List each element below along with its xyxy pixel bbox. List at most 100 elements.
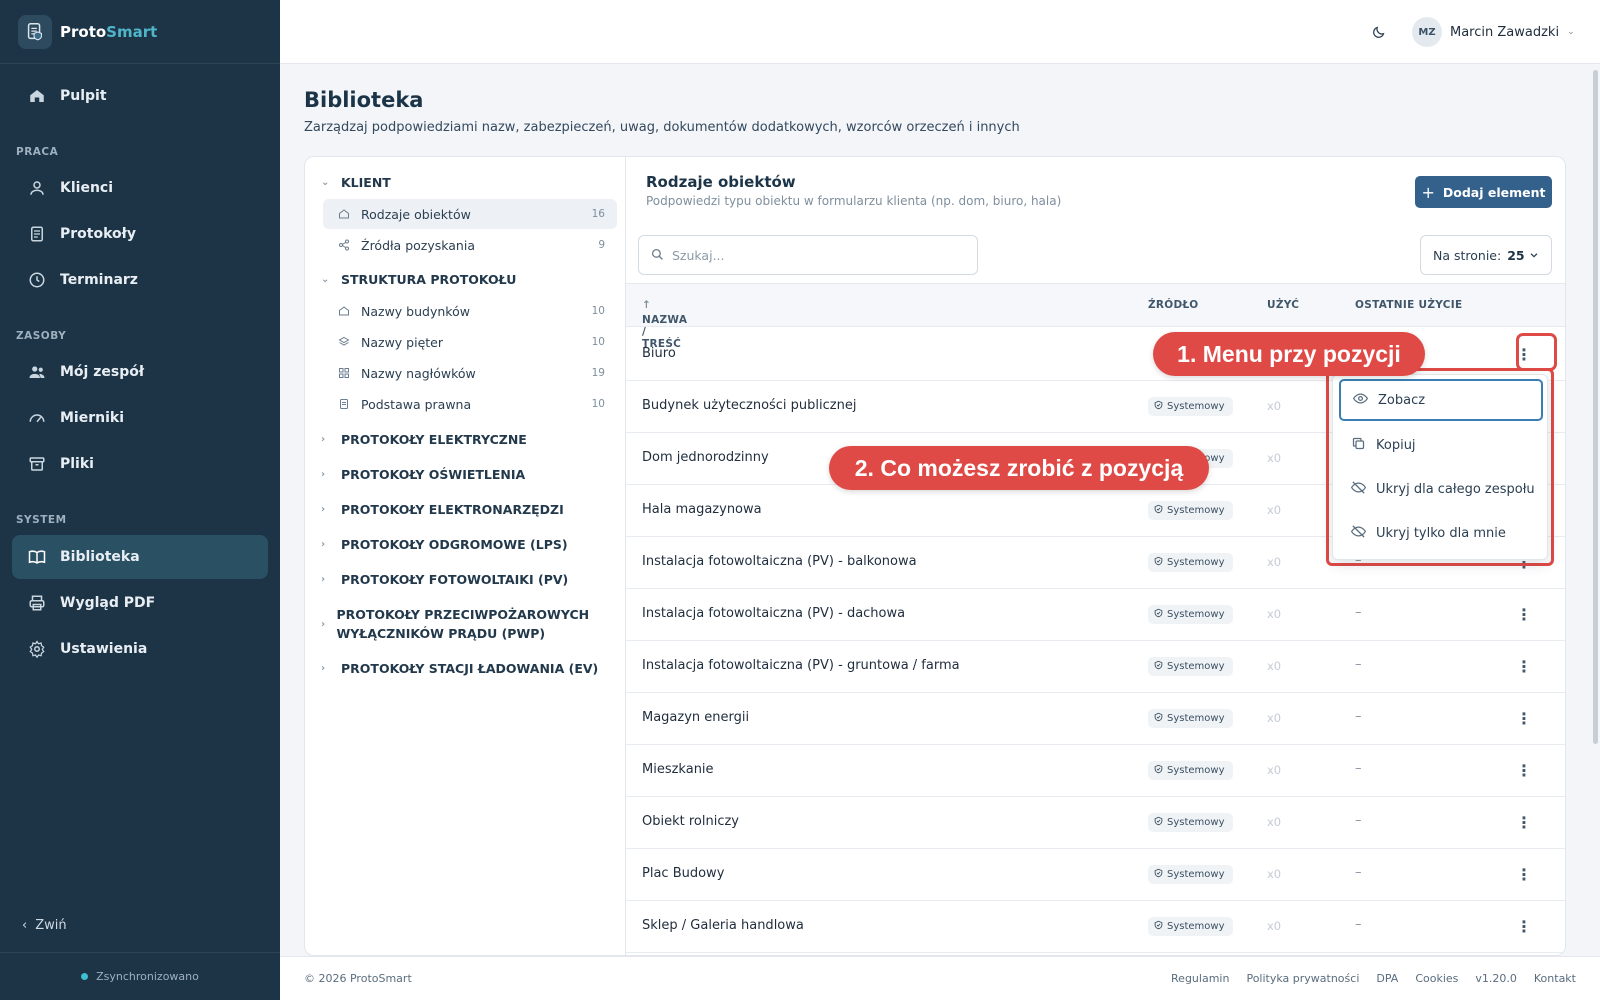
document-icon [26, 223, 48, 245]
gear-icon [26, 638, 48, 660]
chevron-right-icon: › [321, 539, 326, 550]
tree-group-label: PROTOKOŁY FOTOWOLTAIKI (PV) [341, 572, 569, 587]
source-label: Systemowy [1167, 661, 1225, 672]
plus-icon: + [1421, 182, 1435, 202]
menu-item-ukryj-mnie[interactable]: Ukryj tylko dla mnie [1339, 512, 1543, 554]
table-row[interactable]: Instalacja fotowoltaiczna (PV) - gruntow… [626, 640, 1565, 693]
chevron-down-icon [1529, 248, 1539, 263]
sidebar-item-ustawienia[interactable]: Ustawienia [12, 627, 268, 671]
tree-group-protokoly-oswietlenia[interactable]: › PROTOKOŁY OŚWIETLENIA [321, 465, 525, 484]
tree-item-podstawa-prawna[interactable]: Podstawa prawna 10 [323, 389, 617, 419]
page-scrollbar-thumb[interactable] [1593, 70, 1598, 744]
more-vertical-icon[interactable]: ⋮ [1510, 860, 1538, 888]
sidebar-item-protokoly[interactable]: Protokoły [12, 212, 268, 256]
source-label: Systemowy [1167, 401, 1225, 412]
tree-item-nazwy-pieter[interactable]: Nazwy pięter 10 [323, 327, 617, 357]
table-row[interactable]: Obiekt rolniczy Systemowy x0 – ⋮ [626, 796, 1565, 849]
tree-group-protokoly-odgromowe[interactable]: › PROTOKOŁY ODGROMOWE (LPS) [321, 535, 568, 554]
menu-item-ukryj-zespol[interactable]: Ukryj dla całego zespołu [1339, 468, 1543, 510]
more-vertical-icon[interactable]: ⋮ [1510, 756, 1538, 784]
source-label: Systemowy [1167, 557, 1225, 568]
row-name: Biuro [642, 346, 676, 361]
tree-item-rodzaje-obiektow[interactable]: Rodzaje obiektów 16 [323, 199, 617, 229]
search-icon [651, 246, 664, 265]
uses-count: x0 [1267, 659, 1282, 673]
tree-item-nazwy-budynkow[interactable]: Nazwy budynków 10 [323, 296, 617, 326]
tree-group-protokoly-elektronarzedzi[interactable]: › PROTOKOŁY ELEKTRONARZĘDZI [321, 500, 564, 519]
tree-group-protokoly-elektryczne[interactable]: › PROTOKOŁY ELEKTRYCZNE [321, 430, 527, 449]
tree-group-protokoly-ev[interactable]: › PROTOKOŁY STACJI ŁADOWANIA (EV) [321, 659, 598, 678]
tree-group-protokoly-pwp[interactable]: › PROTOKOŁY PRZECIWPOŻAROWYCH WYŁĄCZNIKÓ… [321, 605, 591, 643]
add-element-label: Dodaj element [1442, 184, 1546, 200]
sidebar-item-biblioteka[interactable]: Biblioteka [12, 535, 268, 579]
more-vertical-icon[interactable]: ⋮ [1510, 912, 1538, 940]
uses-count: x0 [1267, 711, 1282, 725]
chevron-right-icon: › [321, 504, 326, 515]
footer-link-regulamin[interactable]: Regulamin [1171, 972, 1229, 985]
menu-item-kopiuj[interactable]: Kopiuj [1339, 424, 1543, 466]
copy-icon [1351, 436, 1366, 455]
last-used: – [1355, 865, 1362, 880]
footer-link-cookies[interactable]: Cookies [1415, 972, 1458, 985]
tree-group-klient[interactable]: ⌄ KLIENT [321, 173, 391, 192]
footer-copyright: © 2026 ProtoSmart [304, 972, 412, 985]
moon-icon[interactable] [1368, 22, 1388, 42]
menu-item-label: Zobacz [1378, 392, 1426, 408]
source-badge: Systemowy [1148, 865, 1233, 884]
tree-group-struktura-protokolu[interactable]: ⌄ STRUKTURA PROTOKOŁU [321, 270, 516, 289]
more-vertical-icon[interactable]: ⋮ [1510, 600, 1538, 628]
sidebar-item-terminarz[interactable]: Terminarz [12, 258, 268, 302]
chevron-down-icon: ⌄ [321, 177, 330, 188]
callout-actions-hint: 2. Co możesz zrobić z pozycją [829, 446, 1209, 490]
table-row[interactable]: Plac Budowy Systemowy x0 – ⋮ [626, 848, 1565, 901]
row-actions-menu: Zobacz Kopiuj Ukryj dla całego zespołu U… [1332, 374, 1548, 560]
table-row[interactable]: Instalacja fotowoltaiczna (PV) - dachowa… [626, 588, 1565, 641]
shield-icon [1154, 712, 1163, 725]
source-badge: Systemowy [1148, 397, 1233, 416]
row-name: Budynek użyteczności publicznej [642, 398, 857, 413]
more-vertical-icon[interactable]: ⋮ [1510, 808, 1538, 836]
column-header-source[interactable]: ŹRÓDŁO [1148, 299, 1198, 311]
table-row[interactable]: Sklep / Galeria handlowa Systemowy x0 – ⋮ [626, 900, 1565, 953]
row-name: Plac Budowy [642, 866, 725, 881]
chevron-down-icon: ⌄ [321, 274, 330, 285]
sidebar-item-moj-zespol[interactable]: Mój zespół [12, 350, 268, 394]
search-input[interactable] [672, 247, 952, 263]
per-page-select[interactable]: Na stronie: 25 [1420, 235, 1552, 275]
tree-group-protokoly-fotowoltaiki[interactable]: › PROTOKOŁY FOTOWOLTAIKI (PV) [321, 570, 568, 589]
footer-link-kontakt[interactable]: Kontakt [1534, 972, 1576, 985]
tree-item-zrodla-pozyskania[interactable]: Źródła pozyskania 9 [323, 230, 617, 260]
tree-group-label: PROTOKOŁY STACJI ŁADOWANIA (EV) [341, 661, 599, 676]
uses-count: x0 [1267, 815, 1282, 829]
book-icon [26, 546, 48, 568]
shield-icon [1154, 660, 1163, 673]
tree-item-nazwy-naglowkow[interactable]: Nazwy nagłówków 19 [323, 358, 617, 388]
table-row[interactable]: Magazyn energii Systemowy x0 – ⋮ [626, 692, 1565, 745]
chevron-left-icon: ‹ [22, 918, 28, 933]
user-menu[interactable]: MZ Marcin Zawadzki ⌄ [1412, 17, 1575, 47]
sidebar-item-mierniki[interactable]: Mierniki [12, 396, 268, 440]
tree-item-count: 10 [591, 336, 605, 348]
uses-count: x0 [1267, 867, 1282, 881]
table-row[interactable]: Mieszkanie Systemowy x0 – ⋮ [626, 744, 1565, 797]
footer-link-polityka[interactable]: Polityka prywatności [1246, 972, 1359, 985]
column-header-name[interactable]: NAZWA / TREŚĆ ↑ [642, 299, 687, 350]
sidebar-item-wyglad-pdf[interactable]: Wygląd PDF [12, 581, 268, 625]
sidebar-item-klienci[interactable]: Klienci [12, 166, 268, 210]
document-icon [337, 397, 351, 411]
app-logo[interactable]: ProtoSmart [0, 0, 280, 64]
search-box [638, 235, 978, 275]
sidebar-collapse-button[interactable]: ‹ Zwiń [22, 918, 67, 933]
column-header-last-used[interactable]: OSTATNIE UŻYCIE [1355, 299, 1463, 311]
more-vertical-icon[interactable]: ⋮ [1510, 652, 1538, 680]
column-header-uses[interactable]: UŻYĆ [1267, 299, 1299, 311]
sidebar-item-pulpit[interactable]: Pulpit [12, 74, 268, 118]
add-element-button[interactable]: + Dodaj element [1415, 176, 1552, 208]
chevron-down-icon: ⌄ [1567, 27, 1575, 37]
menu-item-zobacz[interactable]: Zobacz [1339, 379, 1543, 421]
more-vertical-icon[interactable]: ⋮ [1510, 704, 1538, 732]
sidebar-item-pliki[interactable]: Pliki [12, 442, 268, 486]
uses-count: x0 [1267, 399, 1282, 413]
footer-link-dpa[interactable]: DPA [1376, 972, 1398, 985]
footer-links: Regulamin Polityka prywatności DPA Cooki… [1171, 972, 1576, 985]
